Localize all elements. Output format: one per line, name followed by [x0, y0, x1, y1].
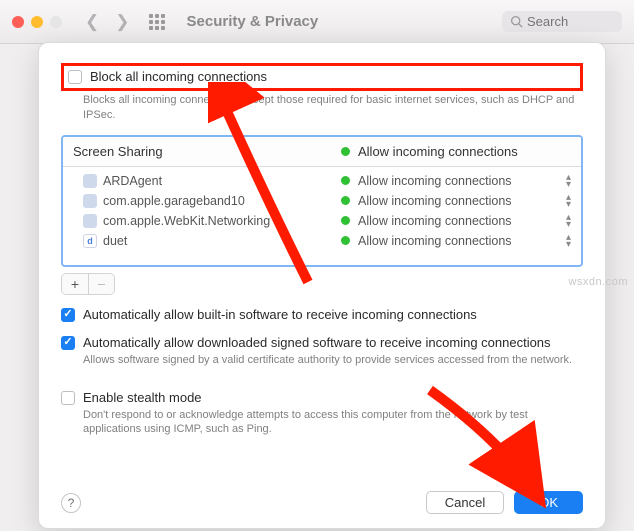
- watermark: wsxdn.com: [568, 276, 628, 288]
- auto-builtin-checkbox[interactable]: [61, 308, 75, 322]
- app-name: ARDAgent: [103, 174, 162, 188]
- status-dot-icon: [341, 196, 350, 205]
- add-app-button[interactable]: +: [62, 274, 88, 294]
- block-all-label: Block all incoming connections: [90, 69, 267, 84]
- table-row[interactable]: ARDAgent Allow incoming connections ▴▾: [63, 171, 581, 191]
- block-all-description: Blocks all incoming connections except t…: [83, 93, 583, 123]
- stealth-mode-checkbox[interactable]: [61, 391, 75, 405]
- auto-builtin-label: Automatically allow built-in software to…: [83, 307, 477, 322]
- cancel-button[interactable]: Cancel: [426, 491, 504, 514]
- header-app-name: Screen Sharing: [73, 144, 163, 159]
- status-dot-icon: [341, 176, 350, 185]
- search-icon: [510, 15, 523, 28]
- app-connections-table: Screen Sharing Allow incoming connection…: [61, 135, 583, 267]
- zoom-window-button[interactable]: [50, 16, 62, 28]
- window-toolbar: ❮ ❯ Security & Privacy: [0, 0, 634, 44]
- traffic-lights: [12, 16, 62, 28]
- ok-button[interactable]: OK: [514, 491, 583, 514]
- stealth-mode-description: Don't respond to or acknowledge attempts…: [83, 408, 583, 438]
- search-field[interactable]: [502, 11, 622, 32]
- app-name: duet: [103, 234, 127, 248]
- status-label: Allow incoming connections: [358, 234, 512, 248]
- close-window-button[interactable]: [12, 16, 24, 28]
- window-title: Security & Privacy: [187, 13, 319, 30]
- app-name: com.apple.WebKit.Networking: [103, 214, 270, 228]
- forward-button[interactable]: ❯: [112, 12, 132, 32]
- block-all-checkbox[interactable]: [68, 70, 82, 84]
- status-stepper[interactable]: ▴▾: [566, 194, 571, 208]
- app-icon: [83, 214, 97, 228]
- annotation-highlight: Block all incoming connections: [61, 63, 583, 91]
- status-dot-icon: [341, 216, 350, 225]
- show-all-prefs-button[interactable]: [149, 14, 165, 30]
- sheet-footer: ? Cancel OK: [61, 491, 583, 514]
- status-dot-icon: [341, 236, 350, 245]
- app-icon: d: [83, 234, 97, 248]
- back-button[interactable]: ❮: [82, 12, 102, 32]
- auto-signed-label: Automatically allow downloaded signed so…: [83, 335, 551, 350]
- minimize-window-button[interactable]: [31, 16, 43, 28]
- header-status: Allow incoming connections: [358, 144, 518, 159]
- status-label: Allow incoming connections: [358, 194, 512, 208]
- stealth-mode-label: Enable stealth mode: [83, 390, 202, 405]
- auto-signed-checkbox[interactable]: [61, 336, 75, 350]
- app-icon: [83, 174, 97, 188]
- status-dot-icon: [341, 147, 350, 156]
- status-label: Allow incoming connections: [358, 214, 512, 228]
- table-row[interactable]: com.apple.garageband10 Allow incoming con…: [63, 191, 581, 211]
- status-stepper[interactable]: ▴▾: [566, 174, 571, 188]
- remove-app-button[interactable]: −: [88, 274, 114, 294]
- app-icon: [83, 194, 97, 208]
- search-input[interactable]: [527, 14, 607, 29]
- status-stepper[interactable]: ▴▾: [566, 234, 571, 248]
- help-button[interactable]: ?: [61, 493, 81, 513]
- table-row[interactable]: dduet Allow incoming connections ▴▾: [63, 231, 581, 251]
- app-name: com.apple.garageband10: [103, 194, 245, 208]
- status-label: Allow incoming connections: [358, 174, 512, 188]
- auto-signed-description: Allows software signed by a valid certif…: [83, 353, 583, 368]
- firewall-options-sheet: Block all incoming connections Blocks al…: [38, 42, 606, 529]
- table-header: Screen Sharing Allow incoming connection…: [63, 137, 581, 167]
- table-row[interactable]: com.apple.WebKit.Networking Allow incomin…: [63, 211, 581, 231]
- status-stepper[interactable]: ▴▾: [566, 214, 571, 228]
- add-remove-buttons: + −: [61, 273, 115, 295]
